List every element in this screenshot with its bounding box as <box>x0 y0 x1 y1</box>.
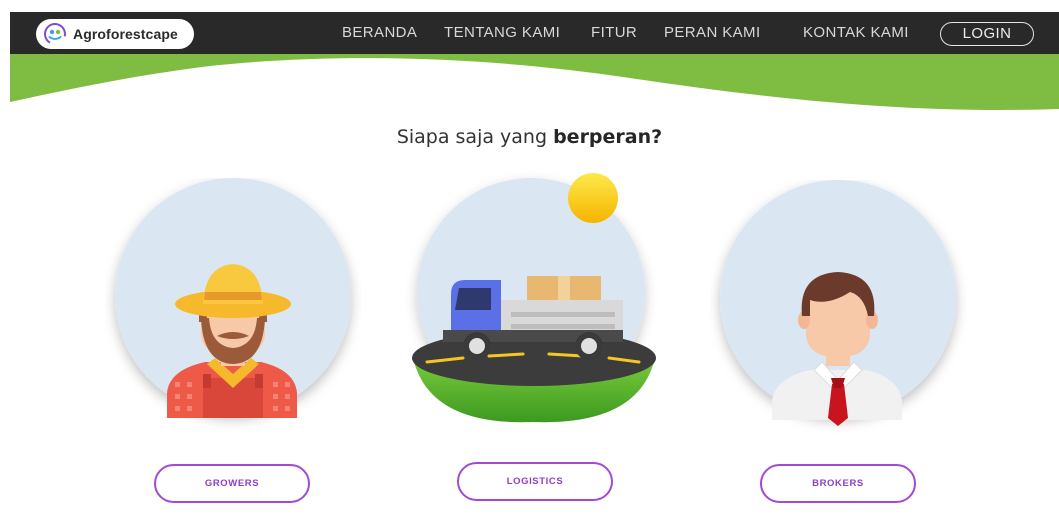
brand-logo-link[interactable]: Agroforestcape <box>36 19 194 49</box>
heading-emphasis: berperan? <box>553 126 663 148</box>
growers-button[interactable]: GROWERS <box>154 464 310 503</box>
brokers-button[interactable]: BROKERS <box>760 464 916 503</box>
nav-link-kontak-kami[interactable]: KONTAK KAMI <box>803 24 909 41</box>
nav-link-tentang-kami[interactable]: TENTANG KAMI <box>444 24 560 41</box>
farmer-icon <box>115 178 351 418</box>
nav-link-fitur[interactable]: FITUR <box>591 24 637 41</box>
heading-prefix: Siapa saja yang <box>396 126 554 148</box>
header-wave-decoration <box>10 54 1059 110</box>
businessman-icon <box>720 180 956 426</box>
nav-link-beranda[interactable]: BERANDA <box>342 24 417 41</box>
logistics-button[interactable]: LOGISTICS <box>457 462 613 501</box>
nav-link-peran-kami[interactable]: PERAN KAMI <box>664 24 761 41</box>
agroforestcape-logo-icon <box>44 23 66 45</box>
login-button[interactable]: LOGIN <box>940 22 1034 46</box>
navbar: Agroforestcape BERANDA TENTANG KAMI FITU… <box>10 12 1059 55</box>
brand-name: Agroforestcape <box>73 26 178 42</box>
delivery-truck-icon <box>412 173 656 423</box>
section-heading: Siapa saja yang berperan? <box>0 126 1059 148</box>
